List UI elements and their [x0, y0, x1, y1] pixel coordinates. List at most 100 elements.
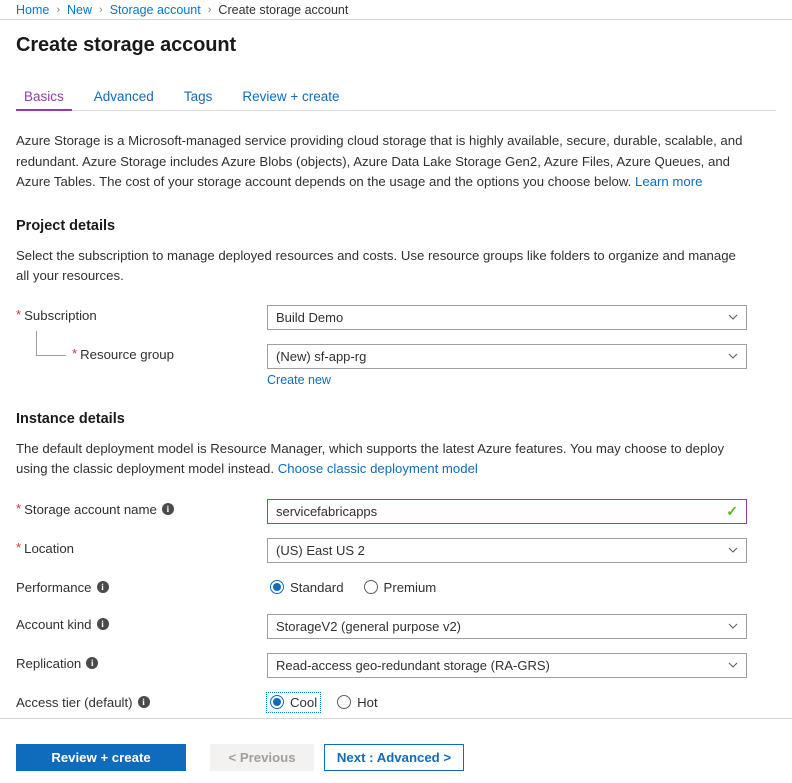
location-select[interactable]: (US) East US 2 — [267, 538, 747, 563]
account-kind-row: Account kind i StorageV2 (general purpos… — [16, 614, 776, 639]
tab-review-create[interactable]: Review + create — [234, 89, 347, 111]
subscription-label: Subscription — [24, 308, 97, 323]
required-asterisk: * — [16, 541, 21, 554]
breadcrumb-item-storage-account[interactable]: Storage account — [110, 3, 201, 17]
storage-account-name-label-wrap: * Storage account name i — [16, 499, 267, 517]
performance-radio-premium[interactable]: Premium — [361, 578, 440, 597]
tab-review-create-label: Review + create — [242, 89, 339, 104]
breadcrumb: Home › New › Storage account › Create st… — [0, 0, 792, 20]
location-control: (US) East US 2 — [267, 538, 747, 563]
account-kind-label: Account kind — [16, 617, 92, 632]
storage-account-name-control: servicefabricapps ✓ — [267, 499, 747, 524]
radio-indicator-icon — [364, 580, 378, 594]
radio-indicator-icon — [337, 695, 351, 709]
performance-label: Performance — [16, 580, 92, 595]
project-details-heading: Project details — [16, 218, 776, 234]
info-icon[interactable]: i — [138, 696, 150, 708]
resource-group-value: (New) sf-app-rg — [276, 349, 366, 364]
project-details-description: Select the subscription to manage deploy… — [16, 246, 750, 287]
tab-bar: Basics Advanced Tags Review + create — [0, 79, 792, 111]
required-asterisk: * — [16, 308, 21, 321]
account-kind-value: StorageV2 (general purpose v2) — [276, 619, 461, 634]
resource-group-row: * Resource group (New) sf-app-rg Create … — [16, 344, 776, 389]
breadcrumb-item-home[interactable]: Home — [16, 3, 49, 17]
subscription-row: * Subscription Build Demo — [16, 305, 776, 330]
instance-details-description: The default deployment model is Resource… — [16, 439, 750, 480]
replication-row: Replication i Read-access geo-redundant … — [16, 653, 776, 678]
tab-tags[interactable]: Tags — [176, 89, 221, 111]
access-tier-radio-hot[interactable]: Hot — [334, 693, 381, 712]
tab-advanced-label: Advanced — [94, 89, 154, 104]
valid-check-icon: ✓ — [726, 504, 738, 518]
resource-group-control: (New) sf-app-rg Create new — [267, 344, 747, 389]
storage-account-name-value: servicefabricapps — [276, 504, 377, 519]
account-kind-control: StorageV2 (general purpose v2) — [267, 614, 747, 639]
subscription-value: Build Demo — [276, 310, 343, 325]
replication-label: Replication — [16, 656, 81, 671]
subscription-select[interactable]: Build Demo — [267, 305, 747, 330]
radio-indicator-icon — [270, 580, 284, 594]
performance-label-wrap: Performance i — [16, 577, 267, 595]
location-row: * Location (US) East US 2 — [16, 538, 776, 563]
access-tier-row: Access tier (default) i Cool Hot — [16, 692, 776, 716]
required-asterisk: * — [16, 502, 21, 515]
breadcrumb-separator-icon: › — [56, 4, 60, 16]
replication-control: Read-access geo-redundant storage (RA-GR… — [267, 653, 747, 678]
breadcrumb-separator-icon: › — [208, 4, 212, 16]
subscription-label-wrap: * Subscription — [16, 305, 267, 323]
performance-radio-premium-label: Premium — [384, 580, 437, 595]
access-tier-radio-cool[interactable]: Cool — [267, 693, 320, 712]
location-value: (US) East US 2 — [276, 543, 365, 558]
tab-basics-label: Basics — [24, 89, 64, 104]
intro-paragraph: Azure Storage is a Microsoft-managed ser… — [16, 131, 750, 193]
subscription-control: Build Demo — [267, 305, 747, 330]
review-create-button[interactable]: Review + create — [16, 744, 186, 771]
performance-control: Standard Premium — [267, 577, 747, 597]
performance-radio-standard-label: Standard — [290, 580, 344, 595]
info-icon[interactable]: i — [97, 581, 109, 593]
required-asterisk: * — [72, 347, 77, 360]
chevron-down-icon — [728, 545, 738, 555]
radio-indicator-icon — [270, 695, 284, 709]
performance-radio-standard[interactable]: Standard — [267, 578, 347, 597]
footer-divider — [0, 718, 792, 719]
breadcrumb-item-create-storage-account: Create storage account — [218, 3, 348, 17]
performance-radio-group: Standard Premium — [267, 577, 747, 597]
location-label-wrap: * Location — [16, 538, 267, 556]
chevron-down-icon — [728, 621, 738, 631]
chevron-down-icon — [728, 660, 738, 670]
access-tier-label-wrap: Access tier (default) i — [16, 692, 267, 710]
tab-tags-label: Tags — [184, 89, 213, 104]
info-icon[interactable]: i — [97, 618, 109, 630]
access-tier-label: Access tier (default) — [16, 695, 133, 710]
account-kind-select[interactable]: StorageV2 (general purpose v2) — [267, 614, 747, 639]
location-label: Location — [24, 541, 74, 556]
page-title: Create storage account — [0, 20, 792, 57]
tab-advanced[interactable]: Advanced — [86, 89, 162, 111]
info-icon[interactable]: i — [162, 503, 174, 515]
account-kind-label-wrap: Account kind i — [16, 614, 267, 632]
resource-group-label-inner: * Resource group — [16, 347, 174, 362]
replication-label-wrap: Replication i — [16, 653, 267, 671]
chevron-down-icon — [728, 351, 738, 361]
footer-actions: Review + create < Previous Next : Advanc… — [0, 744, 792, 771]
choose-classic-deployment-model-link[interactable]: Choose classic deployment model — [278, 461, 478, 476]
info-icon[interactable]: i — [86, 657, 98, 669]
replication-select[interactable]: Read-access geo-redundant storage (RA-GR… — [267, 653, 747, 678]
create-new-resource-group-link[interactable]: Create new — [267, 373, 331, 387]
next-advanced-button[interactable]: Next : Advanced > — [324, 744, 464, 771]
resource-group-select[interactable]: (New) sf-app-rg — [267, 344, 747, 369]
performance-row: Performance i Standard Premium — [16, 577, 776, 601]
breadcrumb-item-new[interactable]: New — [67, 3, 92, 17]
replication-value: Read-access geo-redundant storage (RA-GR… — [276, 658, 550, 673]
breadcrumb-separator-icon: › — [99, 4, 103, 16]
access-tier-control: Cool Hot — [267, 692, 747, 712]
resource-group-label: Resource group — [80, 347, 174, 362]
main-content: Azure Storage is a Microsoft-managed ser… — [0, 131, 792, 716]
tab-basics[interactable]: Basics — [16, 89, 72, 111]
storage-account-name-input[interactable]: servicefabricapps ✓ — [267, 499, 747, 524]
resource-group-label-wrap: * Resource group — [16, 344, 267, 362]
instance-details-heading: Instance details — [16, 411, 776, 427]
access-tier-radio-hot-label: Hot — [357, 695, 378, 710]
learn-more-link[interactable]: Learn more — [635, 174, 702, 189]
